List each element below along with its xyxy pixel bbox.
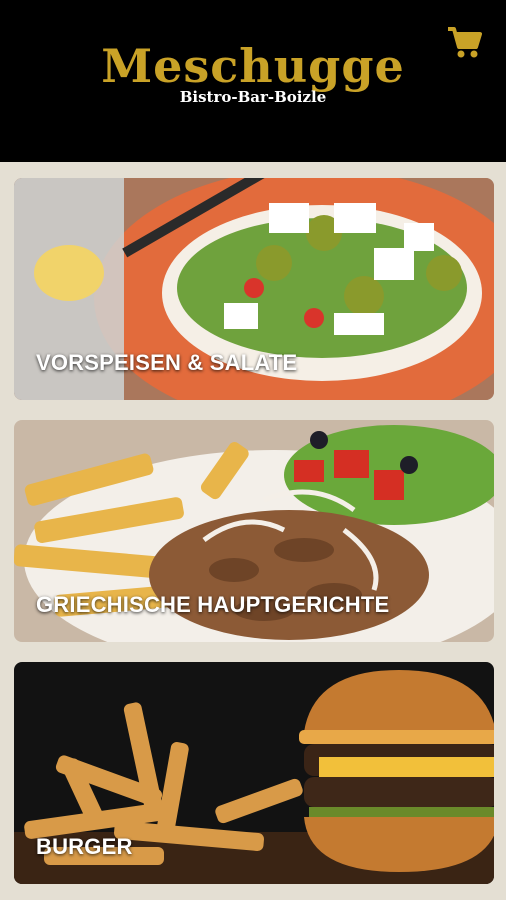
category-card-burger[interactable]: BURGER xyxy=(14,662,494,884)
category-label: GRIECHISCHE HAUPTGERICHTE xyxy=(36,592,390,617)
category-card-griechische-hauptgerichte[interactable]: GRIECHISCHE HAUPTGERICHTE xyxy=(14,420,494,642)
category-label: VORSPEISEN & SALATE xyxy=(36,350,298,375)
brand-name: Meschugge xyxy=(101,39,405,93)
shopping-cart-icon[interactable] xyxy=(444,22,484,62)
category-card-vorspeisen[interactable]: VORSPEISEN & SALATE xyxy=(14,178,494,400)
app-header: Meschugge Bistro-Bar-Boizle xyxy=(0,0,506,162)
category-label: BURGER xyxy=(36,834,133,859)
brand-logo: Meschugge Bistro-Bar-Boizle xyxy=(0,40,506,106)
brand-tagline: Bistro-Bar-Boizle xyxy=(179,88,327,106)
